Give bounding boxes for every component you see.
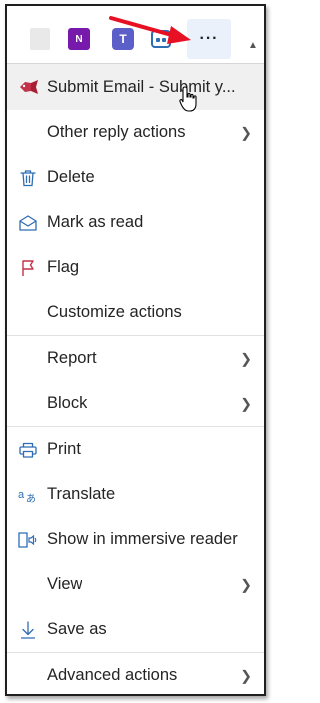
trash-icon (17, 167, 39, 189)
menu-item-other-reply-actions[interactable]: Other reply actions ❯ (7, 110, 264, 155)
hand-cursor-icon (179, 86, 197, 112)
flag-icon (17, 257, 39, 279)
menu-item-label: Flag (47, 258, 80, 276)
svg-text:a: a (18, 489, 25, 501)
menu-item-label: Save as (47, 620, 107, 638)
menu-item-print[interactable]: Print (7, 427, 264, 472)
printer-icon (17, 439, 39, 461)
menu-item-label: Mark as read (47, 213, 144, 231)
faded-app-button[interactable] (29, 23, 51, 55)
onenote-button[interactable]: N (65, 23, 93, 55)
more-actions-menu: Submit Email - Submit y... Other reply a… (7, 63, 264, 694)
download-icon (17, 619, 39, 641)
menu-item-immersive-reader[interactable]: Show in immersive reader (7, 517, 264, 562)
menu-item-customize-actions[interactable]: Customize actions (7, 290, 264, 335)
menu-item-label: Submit Email - Submit y... (47, 77, 236, 96)
menu-item-label: Advanced actions (47, 666, 178, 684)
scroll-up-icon[interactable]: ▲ (248, 40, 258, 56)
menu-item-advanced-actions[interactable]: Advanced actions ❯ (7, 653, 264, 694)
chevron-right-icon: ❯ (240, 576, 252, 592)
menu-item-submit-email[interactable]: Submit Email - Submit y... (7, 64, 264, 112)
message-toolbar: N T ··· ▲ (7, 6, 264, 62)
chevron-right-icon: ❯ (240, 667, 252, 683)
chevron-right-icon: ❯ (240, 350, 252, 366)
fish-icon (17, 76, 39, 98)
immersive-reader-icon (17, 529, 39, 551)
annotation-arrow-icon (109, 16, 191, 44)
chevron-right-icon: ❯ (240, 124, 252, 140)
menu-item-label: Customize actions (47, 303, 182, 321)
menu-item-label: Other reply actions (47, 123, 186, 141)
menu-item-label: Block (47, 394, 88, 412)
menu-item-mark-as-read[interactable]: Mark as read (7, 200, 264, 245)
menu-item-view[interactable]: View ❯ (7, 562, 264, 607)
menu-item-label: View (47, 575, 83, 593)
menu-item-translate[interactable]: a あ Translate (7, 472, 264, 517)
menu-item-flag[interactable]: Flag (7, 245, 264, 290)
svg-text:あ: あ (26, 493, 36, 504)
menu-item-report[interactable]: Report ❯ (7, 336, 264, 381)
menu-item-label: Print (47, 440, 81, 458)
menu-item-label: Show in immersive reader (47, 530, 238, 548)
menu-item-label: Report (47, 349, 97, 367)
menu-item-label: Translate (47, 485, 116, 503)
menu-item-delete[interactable]: Delete (7, 155, 264, 200)
menu-item-save-as[interactable]: Save as (7, 607, 264, 652)
open-envelope-icon (17, 212, 39, 234)
chevron-right-icon: ❯ (240, 395, 252, 411)
translate-icon: a あ (17, 484, 39, 506)
menu-item-block[interactable]: Block ❯ (7, 381, 264, 426)
context-menu-window: N T ··· ▲ Submit Email - Submit y... Oth… (5, 4, 266, 696)
menu-item-label: Delete (47, 168, 95, 186)
onenote-icon: N (68, 28, 90, 50)
blank-icon (30, 28, 50, 50)
